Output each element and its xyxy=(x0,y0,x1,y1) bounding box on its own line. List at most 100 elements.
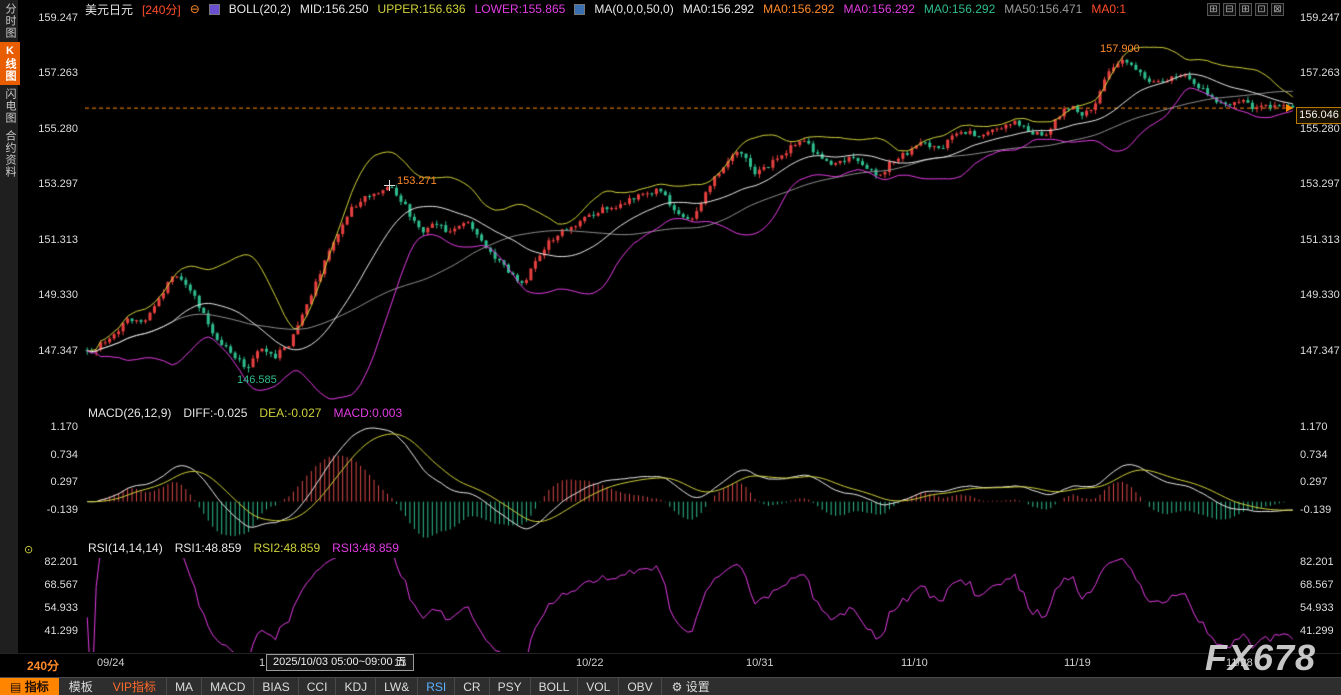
period-axis-label: 240分 xyxy=(27,657,59,674)
date-label: 09/24 xyxy=(97,657,125,669)
rsi-tick: 82.201 xyxy=(26,556,78,568)
indicator-item-lw[interactable]: LW& xyxy=(376,678,418,695)
indicator-toolbar: ▤ 指标 模板 VIP指标 MA MACD BIAS CCI KDJ LW& R… xyxy=(0,677,1341,695)
boll-mid-value: MID:156.250 xyxy=(300,2,369,16)
sidebar-item-contract-info[interactable]: 合约资料 xyxy=(0,127,20,181)
gear-icon: ⚙ xyxy=(672,680,683,694)
new-window-icon[interactable]: ⊞ xyxy=(1207,3,1220,16)
ma50-value: MA50:156.471 xyxy=(1004,2,1082,16)
macd-diff-value: DIFF:-0.025 xyxy=(183,406,247,420)
date-label: 13 xyxy=(394,657,406,669)
tab-template[interactable]: 模板 xyxy=(59,678,103,695)
fullscreen-icon[interactable]: ⊠ xyxy=(1271,3,1284,16)
price-tick: 151.313 xyxy=(26,234,78,246)
indicator-cycle-icon[interactable]: ⊙ xyxy=(24,543,33,556)
split-window-icon[interactable]: ⊞ xyxy=(1239,3,1252,16)
price-tick: 153.297 xyxy=(26,178,78,190)
rsi2-value: RSI2:48.859 xyxy=(253,541,320,555)
indicator-item-psy[interactable]: PSY xyxy=(490,678,531,695)
crosshair-date-box: 2025/10/03 05:00~09:00 五 xyxy=(266,654,414,671)
settings-button[interactable]: ⚙ 设置 xyxy=(662,678,720,695)
period-tag: [240分] xyxy=(142,1,181,18)
boll-upper-value: UPPER:156.636 xyxy=(378,2,466,16)
boll-icon[interactable] xyxy=(209,4,220,15)
pair-title: 美元日元 xyxy=(85,1,133,18)
price-tick: 159.247 xyxy=(1300,12,1341,24)
indicator-item-cci[interactable]: CCI xyxy=(299,678,337,695)
boll-label: BOLL(20,2) xyxy=(229,2,291,16)
macd-tick: 1.170 xyxy=(26,421,78,433)
macd-tick: -0.139 xyxy=(26,504,78,516)
date-label: 1 xyxy=(259,657,265,669)
price-tick: 147.347 xyxy=(26,345,78,357)
macd-canvas[interactable] xyxy=(85,422,1295,538)
indicator-item-obv[interactable]: OBV xyxy=(619,678,661,695)
rsi-title: RSI(14,14,14) xyxy=(88,541,163,555)
ma-icon[interactable] xyxy=(574,4,585,15)
axis-divider xyxy=(0,653,1341,654)
sidebar-item-candlestick-chart[interactable]: K线图 xyxy=(0,42,20,85)
price-tick: 155.280 xyxy=(26,123,78,135)
price-tick: 147.347 xyxy=(1300,345,1341,357)
price-tick: 149.330 xyxy=(26,289,78,301)
rsi-tick: 68.567 xyxy=(1300,579,1341,591)
collapse-icon[interactable]: ⊖ xyxy=(190,2,200,16)
price-tick: 149.330 xyxy=(1300,289,1341,301)
price-tick: 151.313 xyxy=(1300,234,1341,246)
indicator-item-bias[interactable]: BIAS xyxy=(254,678,298,695)
fx678-watermark: FX678 xyxy=(1205,637,1316,679)
macd-tick: 0.734 xyxy=(26,449,78,461)
rsi-tick: 41.299 xyxy=(1300,625,1341,637)
date-label: 11/19 xyxy=(1064,657,1091,669)
macd-tick: -0.139 xyxy=(1300,504,1341,516)
rsi-canvas[interactable] xyxy=(85,558,1295,652)
crosshair-marker-icon xyxy=(384,180,395,191)
ma-label: MA(0,0,0,50,0) xyxy=(594,2,673,16)
candlestick-chart-canvas[interactable] xyxy=(85,18,1295,400)
macd-tick: 0.734 xyxy=(1300,449,1341,461)
last-price-box: 156.046 xyxy=(1296,107,1341,124)
sidebar-item-timeline-chart[interactable]: 分时图 xyxy=(0,0,20,42)
rsi-header: RSI(14,14,14) RSI1:48.859 RSI2:48.859 RS… xyxy=(88,541,399,555)
date-label: 10/22 xyxy=(576,657,604,669)
tab-vip-indicator[interactable]: VIP指标 xyxy=(103,678,166,695)
price-tick: 159.247 xyxy=(26,12,78,24)
high-price-label: 157.900 xyxy=(1100,43,1140,55)
rsi1-value: RSI1:48.859 xyxy=(175,541,242,555)
sidebar-item-lightning-chart[interactable]: 闪电图 xyxy=(0,85,20,127)
trading-terminal: 分时图 K线图 闪电图 合约资料 美元日元 [240分] ⊖ BOLL(20,2… xyxy=(0,0,1341,695)
boll-lower-value: LOWER:155.865 xyxy=(475,2,566,16)
indicator-item-ma[interactable]: MA xyxy=(166,678,202,695)
tab-indicator[interactable]: ▤ 指标 xyxy=(0,678,59,695)
indicator-item-kdj[interactable]: KDJ xyxy=(336,678,376,695)
macd-tick: 0.297 xyxy=(26,476,78,488)
window-controls: ⊞ ⊟ ⊞ ⊡ ⊠ xyxy=(1207,3,1284,16)
indicator-item-macd[interactable]: MACD xyxy=(202,678,254,695)
indicator-item-vol[interactable]: VOL xyxy=(578,678,619,695)
low-price-label: 146.585 xyxy=(237,374,277,386)
rsi-tick: 54.933 xyxy=(1300,602,1341,614)
rsi-tick: 41.299 xyxy=(26,625,78,637)
macd-title: MACD(26,12,9) xyxy=(88,406,171,420)
ma0-value-4: MA0:156.292 xyxy=(924,2,995,16)
chart-header: 美元日元 [240分] ⊖ BOLL(20,2) MID:156.250 UPP… xyxy=(85,0,1126,18)
indicator-item-boll[interactable]: BOLL xyxy=(531,678,579,695)
swing-price-label: 153.271 xyxy=(397,175,437,187)
chart-type-sidebar: 分时图 K线图 闪电图 合约资料 xyxy=(0,0,18,653)
price-tick: 153.297 xyxy=(1300,178,1341,190)
rsi-tick: 82.201 xyxy=(1300,556,1341,568)
indicator-item-cr[interactable]: CR xyxy=(455,678,489,695)
ma0-value-2: MA0:156.292 xyxy=(763,2,834,16)
macd-dea-value: DEA:-0.027 xyxy=(259,406,321,420)
tile-window-icon[interactable]: ⊟ xyxy=(1223,3,1236,16)
price-tick: 155.280 xyxy=(1300,123,1341,135)
rsi-tick: 68.567 xyxy=(26,579,78,591)
ma0-value-3: MA0:156.292 xyxy=(843,2,914,16)
macd-tick: 1.170 xyxy=(1300,421,1341,433)
indicator-item-rsi[interactable]: RSI xyxy=(418,678,455,695)
date-label: 11/10 xyxy=(901,657,928,669)
ma0-value-5: MA0:1 xyxy=(1091,2,1126,16)
macd-value: MACD:0.003 xyxy=(333,406,402,420)
cascade-window-icon[interactable]: ⊡ xyxy=(1255,3,1268,16)
macd-header: MACD(26,12,9) DIFF:-0.025 DEA:-0.027 MAC… xyxy=(88,406,402,420)
